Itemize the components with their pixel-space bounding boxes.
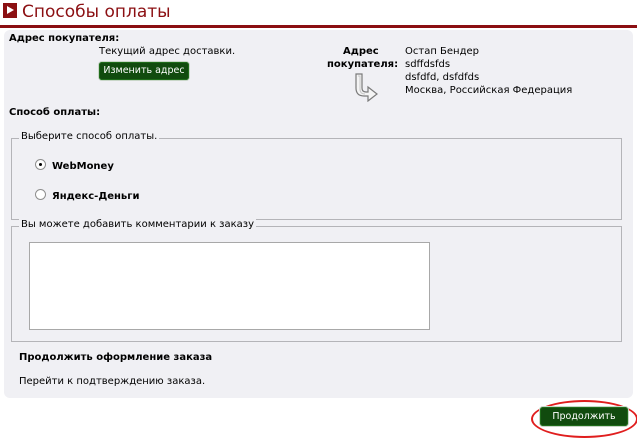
address-line-2: sdffdsfds bbox=[405, 59, 451, 70]
yandex-money-label[interactable]: Яндекс-Деньги bbox=[52, 191, 140, 202]
current-address-note: Текущий адрес доставки. bbox=[99, 46, 236, 57]
address-side-label-line1: Адрес bbox=[343, 46, 379, 57]
header-divider bbox=[0, 25, 637, 28]
comments-legend: Вы можете добавить комментарии к заказу bbox=[19, 219, 257, 230]
address-section-label: Адрес покупателя: bbox=[9, 33, 120, 44]
address-line-1: Остап Бендер bbox=[405, 46, 480, 57]
page-title: Способы оплаты bbox=[22, 2, 171, 22]
header-arrow-icon bbox=[3, 3, 17, 18]
comments-textarea[interactable] bbox=[29, 242, 430, 330]
address-side-label-line2: покупателя: bbox=[327, 59, 399, 70]
continue-checkout-title: Продолжить оформление заказа bbox=[19, 352, 213, 363]
payment-method-fieldset bbox=[11, 138, 622, 220]
payment-method-legend: Выберите способ оплаты. bbox=[19, 131, 160, 142]
address-line-4: Москва, Российская Федерация bbox=[405, 85, 573, 96]
yandex-money-radio[interactable] bbox=[35, 189, 46, 200]
webmoney-label[interactable]: WebMoney bbox=[52, 161, 114, 172]
continue-button[interactable]: Продолжить bbox=[540, 407, 628, 426]
continue-checkout-note: Перейти к подтверждению заказа. bbox=[19, 376, 206, 387]
address-line-3: dsfdfd, dsfdfds bbox=[405, 72, 480, 83]
change-address-button[interactable]: Изменить адрес bbox=[99, 62, 189, 80]
payment-section-label: Способ оплаты: bbox=[9, 107, 101, 118]
curved-arrow-icon bbox=[355, 73, 378, 102]
webmoney-radio[interactable] bbox=[35, 159, 46, 170]
